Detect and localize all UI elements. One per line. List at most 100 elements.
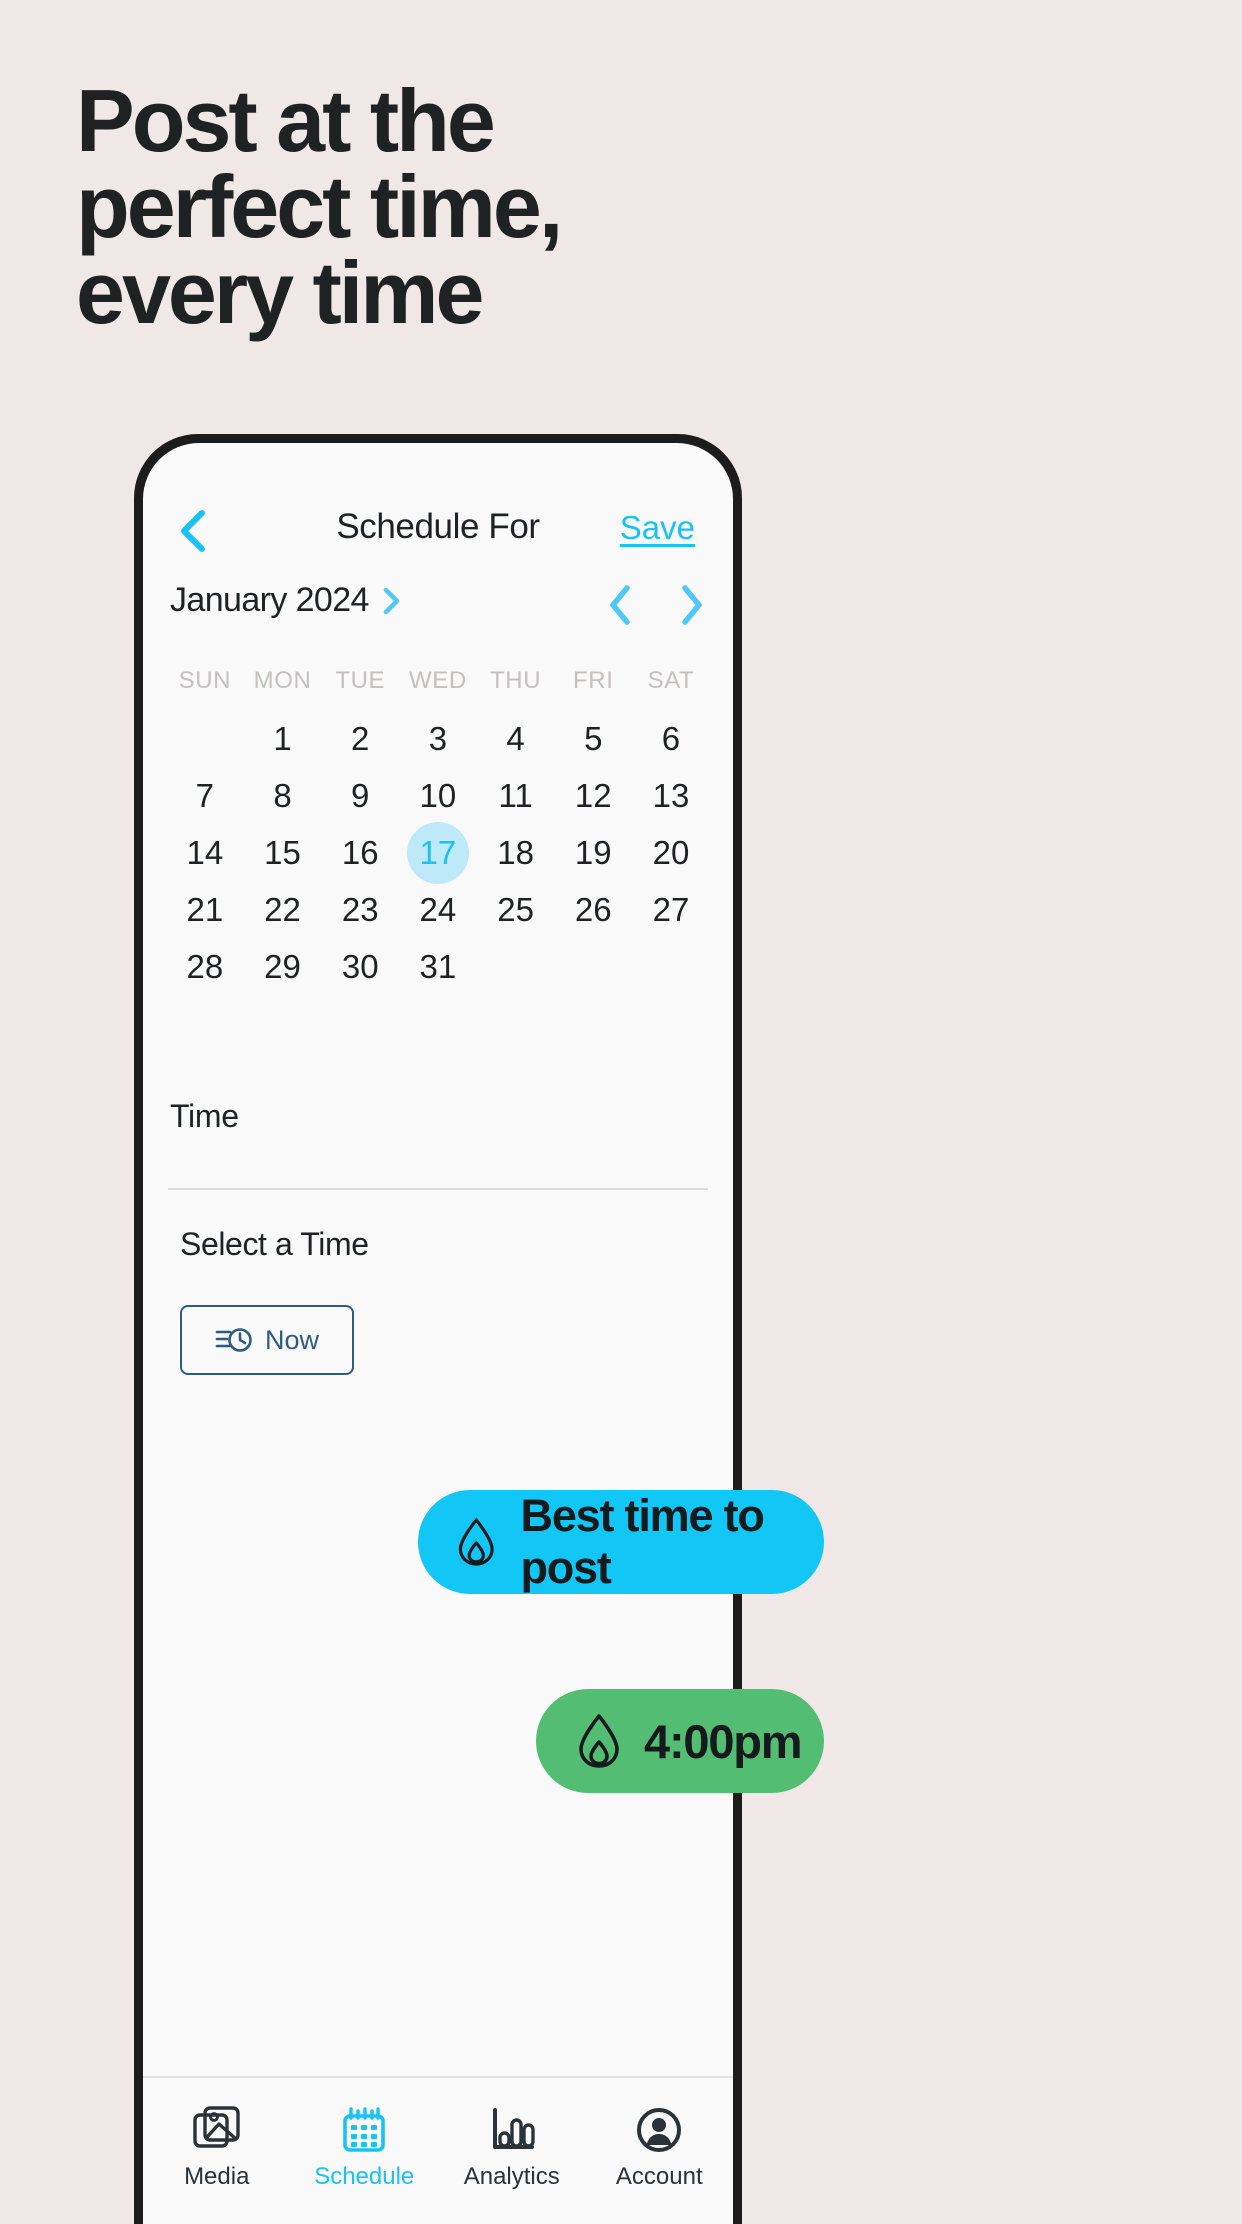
calendar-day-label: 18 <box>497 833 534 871</box>
calendar-day-31[interactable]: 31 <box>399 938 477 995</box>
headline-line-2: perfect time, <box>76 157 563 256</box>
calendar-day-12[interactable]: 12 <box>554 767 632 824</box>
calendar-day-15[interactable]: 15 <box>244 824 322 881</box>
now-button-label: Now <box>264 1324 319 1355</box>
flame-icon <box>458 1518 494 1566</box>
calendar-day-10[interactable]: 10 <box>399 767 477 824</box>
calendar-day-empty <box>166 710 244 767</box>
calendar-day-13[interactable]: 13 <box>632 767 710 824</box>
month-label: January 2024 <box>170 581 369 619</box>
list-clock-icon <box>215 1328 252 1352</box>
calendar-day-1[interactable]: 1 <box>244 710 322 767</box>
tab-account-label: Account <box>615 2163 703 2190</box>
calendar-day-8[interactable]: 8 <box>244 767 322 824</box>
calendar-day-7[interactable]: 7 <box>166 767 244 824</box>
calendar-day-label: 24 <box>419 890 457 928</box>
bottom-tab-bar: Media Schedule Analytics Account <box>143 2076 733 2224</box>
calendar-day-label: 1 <box>273 719 292 757</box>
calendar-day-label: 29 <box>264 947 301 985</box>
calendar-day-label: 22 <box>264 890 301 928</box>
calendar-day-16[interactable]: 16 <box>321 824 399 881</box>
tab-account[interactable]: Account <box>586 2106 734 2191</box>
calendar-day-17[interactable]: 17 <box>399 824 477 881</box>
weekday-thu: THU <box>490 666 542 694</box>
calendar-icon <box>343 2107 386 2152</box>
bar-chart-icon <box>492 2108 535 2149</box>
weekday-sun: SUN <box>178 666 232 694</box>
calendar-day-21[interactable]: 21 <box>166 881 244 938</box>
calendar-day-label: 20 <box>652 833 690 871</box>
tab-schedule[interactable]: Schedule <box>291 2106 439 2191</box>
calendar-day-28[interactable]: 28 <box>166 938 244 995</box>
tab-media-label: Media <box>184 2163 250 2190</box>
calendar: SUN MON TUE WED THU FRI SAT 1 2 3 4 5 6 7 8 9 10 1… <box>166 651 710 995</box>
tab-analytics-label: Analytics <box>463 2163 560 2190</box>
now-button[interactable]: Now <box>180 1305 354 1375</box>
calendar-day-label: 10 <box>419 776 457 814</box>
calendar-day-6[interactable]: 6 <box>632 710 710 767</box>
calendar-day-label: 30 <box>341 947 379 985</box>
calendar-week-row: 7 8 9 10 11 12 13 <box>166 767 710 824</box>
calendar-day-empty <box>477 938 555 995</box>
prev-month-button[interactable] <box>605 583 635 627</box>
best-time-callout[interactable]: Best time to post <box>418 1490 824 1594</box>
calendar-day-23[interactable]: 23 <box>321 881 399 938</box>
calendar-day-label: 2 <box>351 719 370 757</box>
chevron-right-icon <box>383 587 400 614</box>
calendar-day-label: 25 <box>497 890 534 928</box>
calendar-week-row: 1 2 3 4 5 6 <box>166 710 710 767</box>
calendar-day-label: 23 <box>341 890 379 928</box>
calendar-day-label: 8 <box>273 776 292 814</box>
select-time-label: Select a Time <box>180 1226 369 1262</box>
calendar-day-label: 17 <box>419 833 457 871</box>
calendar-day-label: 14 <box>186 833 224 871</box>
calendar-day-14[interactable]: 14 <box>166 824 244 881</box>
page-headline: Post at the perfect time, every time <box>76 77 976 337</box>
calendar-day-29[interactable]: 29 <box>244 938 322 995</box>
time-section-label: Time <box>170 1098 239 1134</box>
calendar-day-9[interactable]: 9 <box>321 767 399 824</box>
calendar-day-label: 16 <box>341 833 379 871</box>
calendar-day-label: 12 <box>574 776 612 814</box>
tab-media[interactable]: Media <box>143 2106 291 2191</box>
calendar-day-24[interactable]: 24 <box>399 881 477 938</box>
weekday-tue: TUE <box>335 666 386 694</box>
suggested-time-label: 4:00pm <box>644 1714 803 1768</box>
calendar-day-label: 9 <box>351 776 370 814</box>
calendar-day-25[interactable]: 25 <box>477 881 555 938</box>
calendar-day-22[interactable]: 22 <box>244 881 322 938</box>
calendar-day-label: 26 <box>574 890 612 928</box>
calendar-day-label: 11 <box>498 776 533 814</box>
weekday-sat: SAT <box>647 666 695 694</box>
user-circle-icon <box>637 2108 682 2152</box>
calendar-day-2[interactable]: 2 <box>321 710 399 767</box>
calendar-day-26[interactable]: 26 <box>554 881 632 938</box>
month-selector[interactable]: January 2024 <box>170 581 401 620</box>
weekday-wed: WED <box>409 666 467 694</box>
calendar-day-19[interactable]: 19 <box>554 824 632 881</box>
best-time-label: Best time to post <box>520 1490 765 1593</box>
save-button[interactable]: Save <box>620 509 695 547</box>
phone-frame: Schedule For Save January 2024 SUN MON T… <box>134 434 742 2224</box>
calendar-weekday-header: SUN MON TUE WED THU FRI SAT <box>166 651 710 710</box>
tab-analytics[interactable]: Analytics <box>438 2106 586 2191</box>
section-divider <box>168 1188 708 1190</box>
calendar-day-label: 28 <box>186 947 224 985</box>
calendar-week-row: 28 29 30 31 <box>166 938 710 995</box>
calendar-day-18[interactable]: 18 <box>477 824 555 881</box>
calendar-day-27[interactable]: 27 <box>632 881 710 938</box>
suggested-time-callout[interactable]: 4:00pm <box>536 1689 824 1793</box>
next-month-button[interactable] <box>677 583 707 627</box>
flame-icon <box>579 1714 619 1768</box>
calendar-day-5[interactable]: 5 <box>554 710 632 767</box>
calendar-day-label: 6 <box>661 719 681 757</box>
calendar-day-label: 4 <box>506 719 525 757</box>
calendar-day-3[interactable]: 3 <box>399 710 477 767</box>
calendar-day-label: 21 <box>186 890 224 928</box>
calendar-day-11[interactable]: 11 <box>477 767 555 824</box>
month-nav <box>605 583 707 627</box>
calendar-day-4[interactable]: 4 <box>477 710 555 767</box>
calendar-day-20[interactable]: 20 <box>632 824 710 881</box>
calendar-week-row: 14 15 16 17 18 19 20 <box>166 824 710 881</box>
calendar-day-30[interactable]: 30 <box>321 938 399 995</box>
